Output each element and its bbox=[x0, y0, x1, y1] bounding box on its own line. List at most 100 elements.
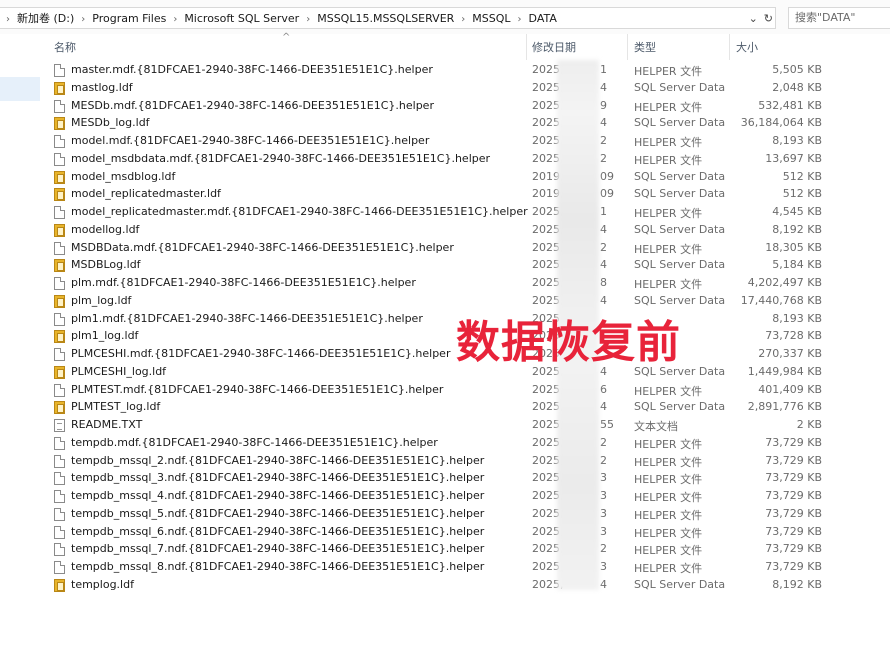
address-bar[interactable]: › 新加卷 (D:) › Program Files › Microsoft SQL Se… bbox=[0, 7, 776, 29]
file-type: SQL Server Data... bbox=[634, 222, 726, 236]
file-name: PLMCESHI_log.ldf bbox=[71, 364, 167, 378]
column-divider[interactable] bbox=[729, 34, 730, 60]
file-size: 73,729 KB bbox=[765, 524, 822, 538]
file-row[interactable]: tempdb_mssql_8.ndf.{81DFCAE1-2940-38FC-1… bbox=[0, 559, 890, 577]
sql-log-file-icon bbox=[54, 259, 65, 273]
file-row[interactable]: MESDb.mdf.{81DFCAE1-2940-38FC-1466-DEE35… bbox=[0, 98, 890, 116]
column-size[interactable]: 大小 bbox=[736, 39, 758, 55]
file-name: tempdb_mssql_4.ndf.{81DFCAE1-2940-38FC-1… bbox=[71, 489, 485, 502]
file-icon bbox=[54, 312, 65, 326]
file-row[interactable]: MESDb_log.ldf 2025, 4 SQL Server Data... 36,… bbox=[0, 115, 890, 133]
file-date-day: 09 bbox=[600, 169, 614, 183]
breadcrumb-separator[interactable]: › bbox=[74, 14, 92, 25]
file-size: 270,337 KB bbox=[758, 347, 822, 360]
file-row[interactable]: mastlog.ldf 2025, 4 SQL Server Data... 2,048… bbox=[0, 80, 890, 98]
file-type: SQL Server Data... bbox=[634, 116, 726, 130]
file-name: plm_log.ldf bbox=[71, 293, 132, 307]
file-name: model.mdf.{81DFCAE1-2940-38FC-1466-DEE35… bbox=[71, 134, 430, 147]
file-date-day: 2 bbox=[600, 134, 607, 147]
file-type: SQL Server Data... bbox=[634, 400, 726, 414]
file-row[interactable]: plm_log.ldf 2025, 4 SQL Server Data... 17,44… bbox=[0, 293, 890, 311]
file-row[interactable]: tempdb_mssql_5.ndf.{81DFCAE1-2940-38FC-1… bbox=[0, 506, 890, 524]
file-name: tempdb_mssql_3.ndf.{81DFCAE1-2940-38FC-1… bbox=[71, 471, 485, 485]
column-divider[interactable] bbox=[526, 34, 527, 60]
file-row[interactable]: model.mdf.{81DFCAE1-2940-38FC-1466-DEE35… bbox=[0, 133, 890, 151]
column-name[interactable]: 名称 bbox=[54, 39, 76, 55]
breadcrumb-item[interactable]: MSSQL bbox=[472, 12, 510, 25]
breadcrumb-item[interactable]: 新加卷 (D:) bbox=[17, 12, 74, 25]
breadcrumb-item[interactable]: Microsoft SQL Server bbox=[184, 12, 299, 25]
file-date-day: 2 bbox=[600, 453, 607, 467]
file-type: HELPER 文件 bbox=[634, 491, 703, 504]
column-type[interactable]: 类型 bbox=[634, 39, 656, 55]
file-size: 2,048 KB bbox=[772, 80, 822, 94]
file-row[interactable]: plm1_log.ldf 2025, 73,728 KB bbox=[0, 328, 890, 346]
file-date-day: 4 bbox=[600, 400, 607, 414]
file-date-day: 4 bbox=[600, 258, 607, 272]
file-row[interactable]: PLMCESHI_log.ldf 2025, 4 SQL Server Data...… bbox=[0, 364, 890, 382]
file-size: 73,729 KB bbox=[765, 560, 822, 573]
breadcrumb-separator[interactable]: › bbox=[166, 14, 184, 25]
file-row[interactable]: tempdb.mdf.{81DFCAE1-2940-38FC-1466-DEE3… bbox=[0, 435, 890, 453]
file-size: 73,729 KB bbox=[765, 435, 822, 449]
file-row[interactable]: tempdb_mssql_7.ndf.{81DFCAE1-2940-38FC-1… bbox=[0, 541, 890, 559]
text-file-icon bbox=[54, 419, 65, 432]
file-row[interactable]: tempdb_mssql_4.ndf.{81DFCAE1-2940-38FC-1… bbox=[0, 488, 890, 506]
file-type: SQL Server Data... bbox=[634, 187, 726, 201]
file-row[interactable]: model_replicatedmaster.ldf 2019, 09 SQL Ser… bbox=[0, 186, 890, 204]
file-name: model_replicatedmaster.mdf.{81DFCAE1-294… bbox=[71, 205, 528, 218]
breadcrumb-separator[interactable]: › bbox=[0, 14, 17, 25]
file-icon bbox=[54, 454, 65, 468]
file-row[interactable]: model_msdbdata.mdf.{81DFCAE1-2940-38FC-1… bbox=[0, 151, 890, 169]
file-date-day: 3 bbox=[600, 524, 607, 538]
sql-log-file-icon bbox=[54, 117, 65, 131]
file-type: HELPER 文件 bbox=[634, 526, 703, 540]
file-size: 512 KB bbox=[782, 169, 822, 183]
sql-log-file-icon bbox=[54, 188, 65, 202]
column-date[interactable]: 修改日期 bbox=[532, 39, 576, 55]
file-row[interactable]: PLMCESHI.mdf.{81DFCAE1-2940-38FC-1466-DE… bbox=[0, 346, 890, 364]
file-date-day: 8 bbox=[600, 276, 607, 289]
file-row[interactable]: plm1.mdf.{81DFCAE1-2940-38FC-1466-DEE351… bbox=[0, 311, 890, 329]
breadcrumb-item[interactable]: Program Files bbox=[92, 12, 166, 25]
search-input[interactable]: 搜索"DATA" bbox=[788, 7, 890, 29]
file-date-day: 2 bbox=[600, 240, 607, 254]
breadcrumb-item[interactable]: DATA bbox=[529, 12, 557, 25]
file-row[interactable]: PLMTEST.mdf.{81DFCAE1-2940-38FC-1466-DEE… bbox=[0, 382, 890, 400]
file-row[interactable]: model_msdblog.ldf 2019, 09 SQL Server Data.… bbox=[0, 169, 890, 187]
file-row[interactable]: modellog.ldf 2025, 4 SQL Server Data... 8,19… bbox=[0, 222, 890, 240]
breadcrumb-separator[interactable]: › bbox=[511, 14, 529, 25]
chevron-down-icon[interactable]: ⌄ bbox=[749, 12, 758, 25]
file-name: templog.ldf bbox=[71, 577, 134, 591]
file-size: 8,193 KB bbox=[772, 134, 822, 147]
file-type: HELPER 文件 bbox=[634, 473, 703, 487]
file-date-day: 09 bbox=[600, 187, 614, 201]
breadcrumb-separator[interactable]: › bbox=[454, 14, 472, 25]
file-row[interactable]: MSDBData.mdf.{81DFCAE1-2940-38FC-1466-DE… bbox=[0, 240, 890, 258]
file-name: mastlog.ldf bbox=[71, 80, 133, 94]
file-row[interactable]: tempdb_mssql_2.ndf.{81DFCAE1-2940-38FC-1… bbox=[0, 453, 890, 471]
file-row[interactable]: tempdb_mssql_6.ndf.{81DFCAE1-2940-38FC-1… bbox=[0, 524, 890, 542]
file-date-day: 3 bbox=[600, 560, 607, 573]
file-name: PLMCESHI.mdf.{81DFCAE1-2940-38FC-1466-DE… bbox=[71, 347, 451, 360]
file-row[interactable]: plm.mdf.{81DFCAE1-2940-38FC-1466-DEE351E… bbox=[0, 275, 890, 293]
file-date-day: 3 bbox=[600, 506, 607, 520]
breadcrumb-item[interactable]: MSSQL15.MSSQLSERVER bbox=[317, 12, 454, 25]
file-date-day: 4 bbox=[600, 293, 607, 307]
file-type: HELPER 文件 bbox=[634, 100, 703, 114]
file-size: 73,729 KB bbox=[765, 489, 822, 502]
file-row[interactable]: tempdb_mssql_3.ndf.{81DFCAE1-2940-38FC-1… bbox=[0, 470, 890, 488]
refresh-icon[interactable]: ↻ bbox=[764, 12, 773, 25]
file-row[interactable]: MSDBLog.ldf 2025, 4 SQL Server Data... 5,184… bbox=[0, 257, 890, 275]
sql-log-file-icon bbox=[54, 578, 65, 592]
column-divider[interactable] bbox=[627, 34, 628, 60]
file-row[interactable]: templog.ldf 2025, 4 SQL Server Data... 8,192… bbox=[0, 577, 890, 595]
breadcrumb-separator[interactable]: › bbox=[299, 14, 317, 25]
file-row[interactable]: master.mdf.{81DFCAE1-2940-38FC-1466-DEE3… bbox=[0, 62, 890, 80]
file-name: MESDb_log.ldf bbox=[71, 116, 150, 130]
file-row[interactable]: PLMTEST_log.ldf 2025, 4 SQL Server Data... 2… bbox=[0, 399, 890, 417]
file-name: modellog.ldf bbox=[71, 222, 140, 236]
file-row[interactable]: model_replicatedmaster.mdf.{81DFCAE1-294… bbox=[0, 204, 890, 222]
file-icon bbox=[54, 543, 65, 557]
file-row[interactable]: README.TXT 2025, 55 文本文档 2 KB bbox=[0, 417, 890, 435]
